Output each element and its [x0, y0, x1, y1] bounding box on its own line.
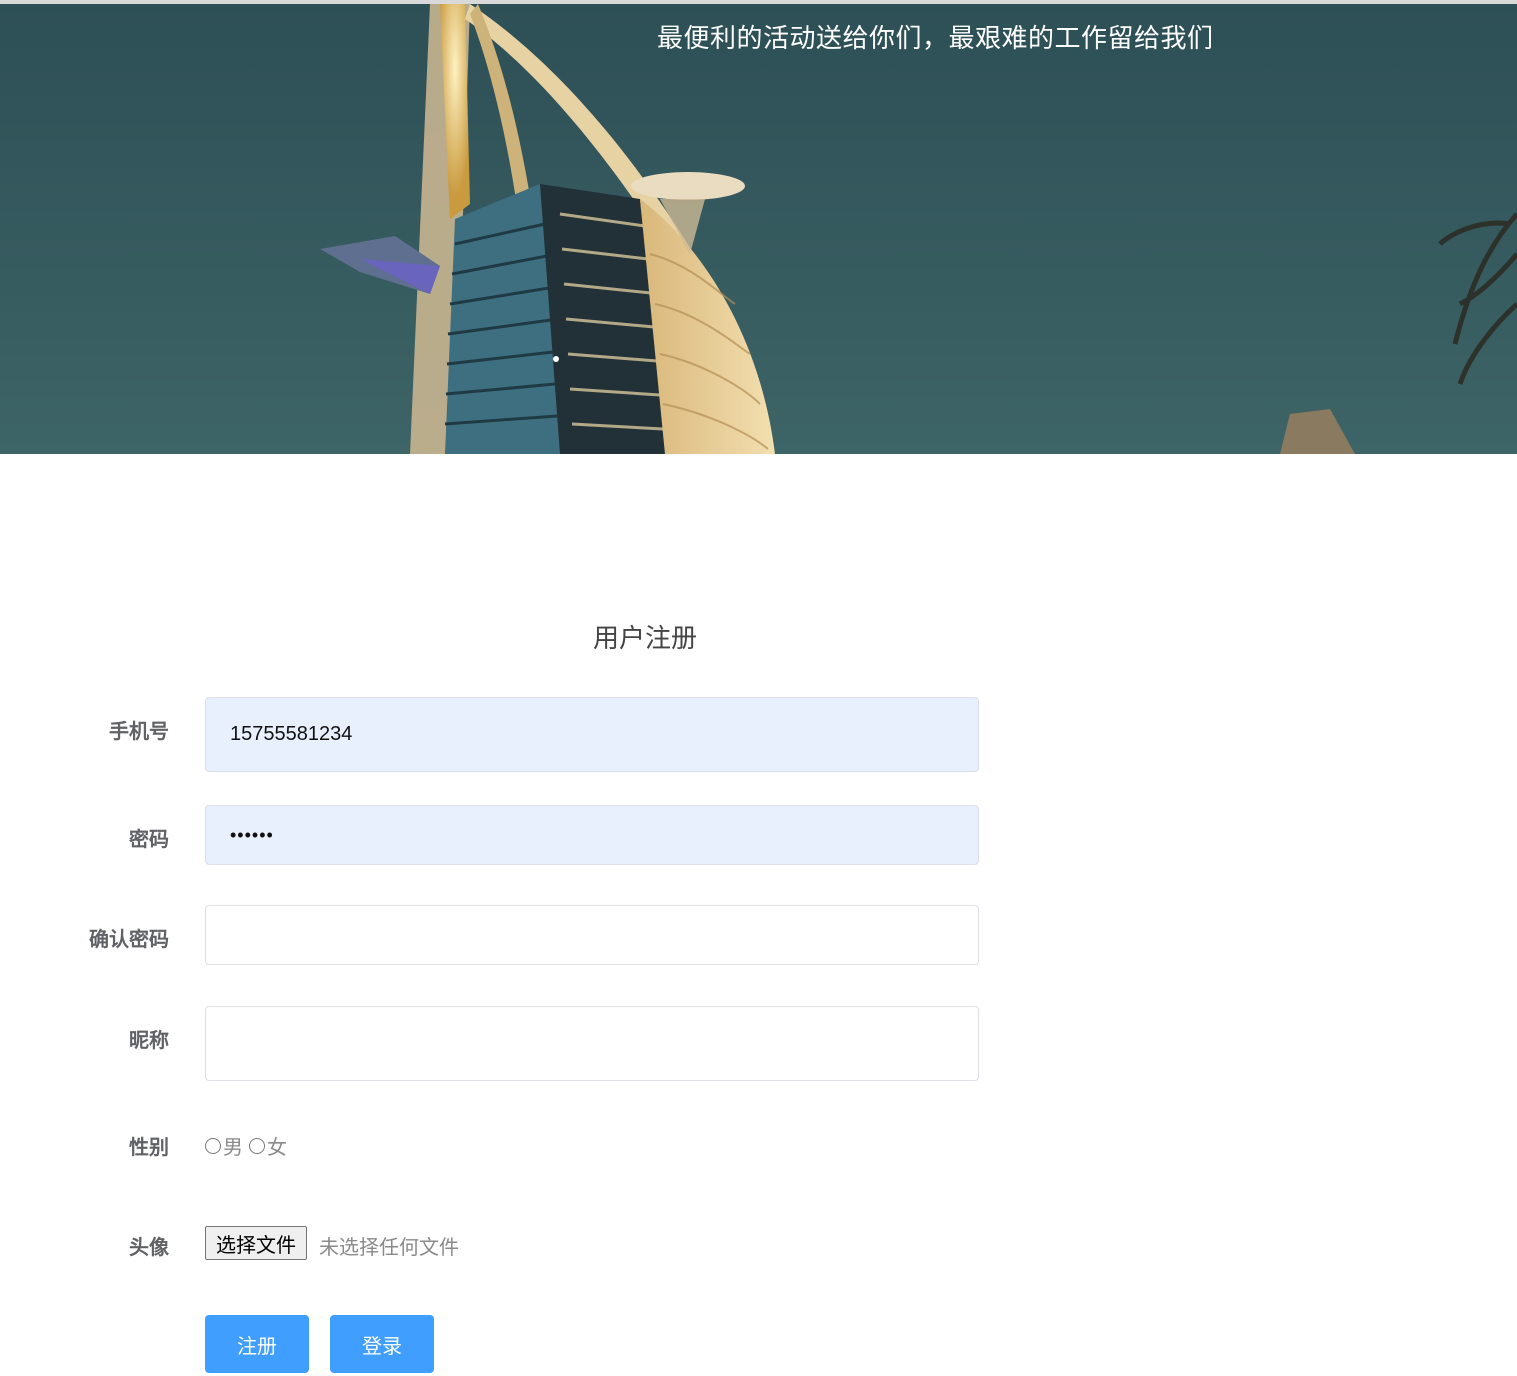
gender-row: 性别 男 女 [0, 1128, 1000, 1160]
radio-female-circle[interactable] [249, 1137, 265, 1154]
avatar-row: 头像 选择文件 未选择任何文件 [0, 1226, 1000, 1262]
confirm-password-row: 确认密码 [0, 905, 1000, 965]
file-status-text: 未选择任何文件 [319, 1237, 459, 1259]
login-button[interactable]: 登录 [330, 1315, 434, 1373]
confirm-password-label: 确认密码 [89, 929, 169, 951]
burj-al-arab-photo [0, 4, 1517, 454]
radio-female-label: 女 [267, 1137, 287, 1159]
phone-label: 手机号 [109, 721, 169, 743]
nickname-row: 昵称 [0, 1006, 1000, 1081]
phone-input[interactable]: 15755581234 [205, 697, 979, 772]
hero-banner: 最便利的活动送给你们，最艰难的工作留给我们 [0, 4, 1517, 454]
password-row: 密码 •••••• [0, 805, 1000, 865]
choose-file-button[interactable]: 选择文件 [205, 1226, 307, 1260]
nickname-label: 昵称 [129, 1030, 169, 1052]
password-label: 密码 [129, 829, 169, 851]
radio-male-label: 男 [223, 1137, 243, 1159]
gender-radio-group: 男 女 [205, 1131, 293, 1160]
password-input[interactable]: •••••• [205, 805, 979, 865]
banner-slogan: 最便利的活动送给你们，最艰难的工作留给我们 [657, 24, 1214, 54]
gender-option-male[interactable]: 男 [205, 1131, 243, 1160]
page-title: 用户注册 [592, 623, 697, 653]
gender-option-female[interactable]: 女 [249, 1131, 287, 1160]
radio-male-circle[interactable] [205, 1137, 221, 1154]
confirm-password-input[interactable] [205, 905, 979, 965]
nickname-input[interactable] [205, 1006, 979, 1081]
phone-row: 手机号 15755581234 [0, 697, 1000, 772]
avatar-label: 头像 [129, 1237, 169, 1259]
register-button[interactable]: 注册 [205, 1315, 309, 1373]
gender-label: 性别 [129, 1137, 169, 1159]
